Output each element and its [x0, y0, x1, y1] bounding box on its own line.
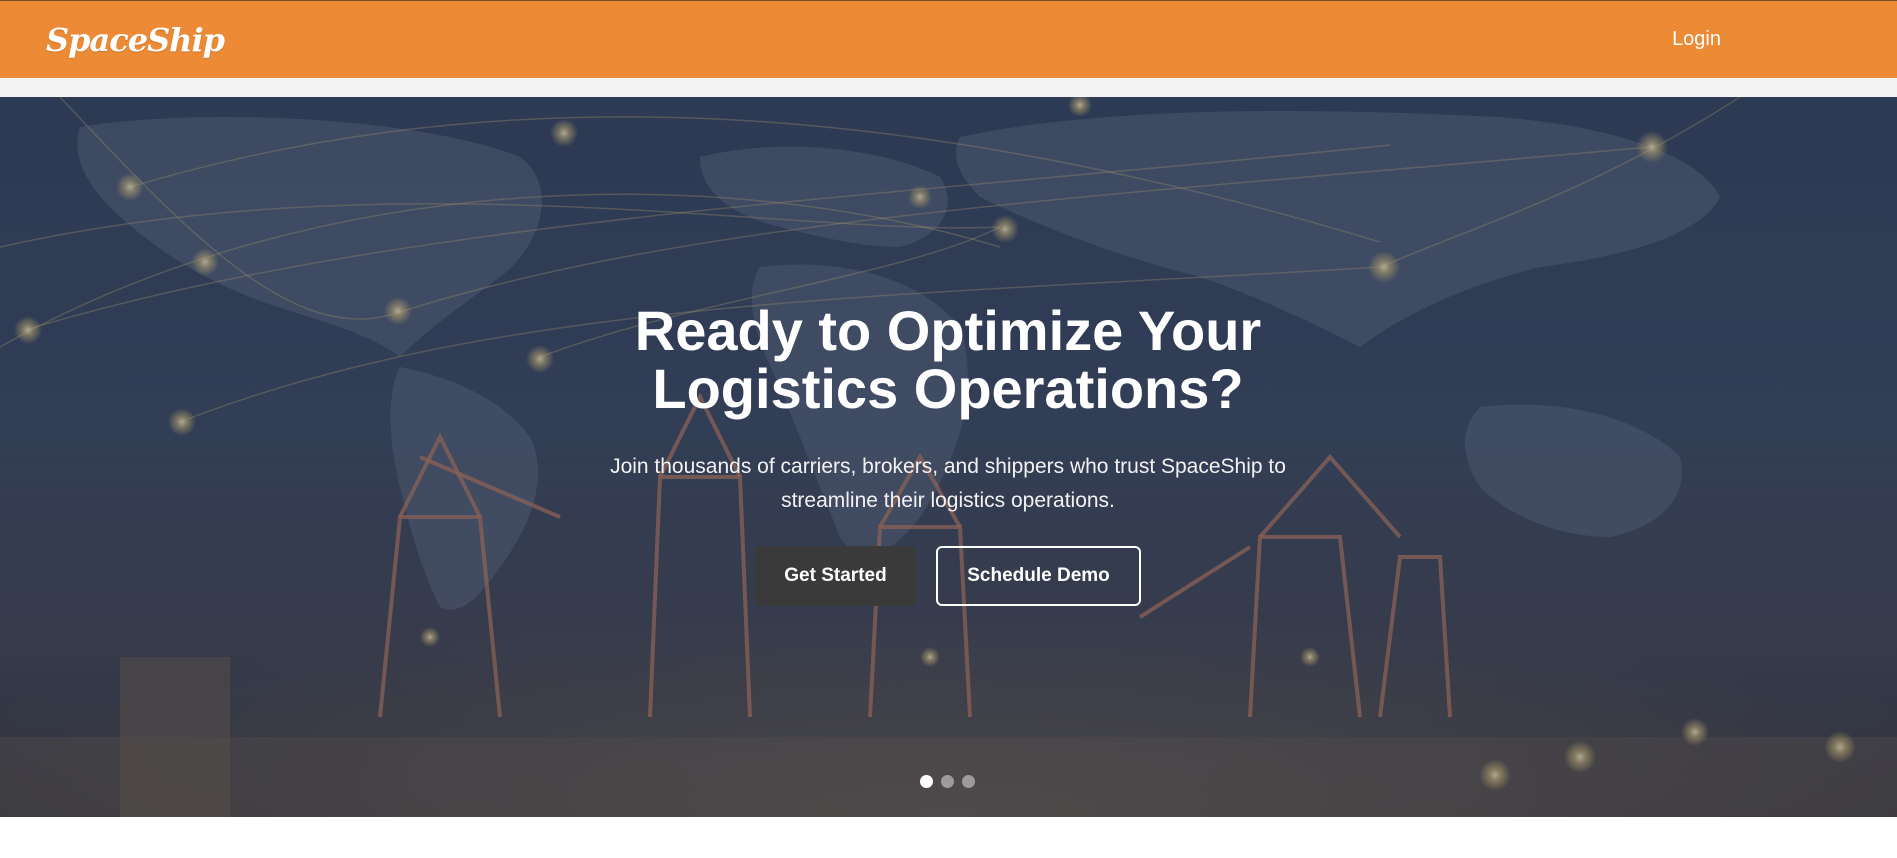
carousel-dot-1[interactable] — [920, 775, 933, 788]
hero-title-line1: Ready to Optimize Your — [634, 299, 1262, 362]
top-navbar: SpaceShip Login — [0, 0, 1897, 78]
hero-title: Ready to Optimize Your Logistics Operati… — [448, 302, 1448, 418]
carousel-dot-3[interactable] — [962, 775, 975, 788]
hero-subtitle-line1: Join thousands of carriers, brokers, and… — [610, 455, 1286, 478]
get-started-button[interactable]: Get Started — [755, 546, 916, 606]
schedule-demo-button[interactable]: Schedule Demo — [936, 546, 1141, 606]
hero-title-line2: Logistics Operations? — [652, 357, 1244, 420]
hero-subtitle: Join thousands of carriers, brokers, and… — [548, 450, 1348, 518]
hero-section: Ready to Optimize Your Logistics Operati… — [0, 97, 1897, 817]
brand-logo[interactable]: SpaceShip — [46, 21, 225, 59]
carousel-dot-2[interactable] — [941, 775, 954, 788]
hero-subtitle-line2: streamline their logistics operations. — [781, 489, 1115, 512]
login-link[interactable]: Login — [1672, 28, 1721, 51]
navbar-spacer — [0, 78, 1897, 97]
carousel-indicators — [920, 775, 975, 788]
